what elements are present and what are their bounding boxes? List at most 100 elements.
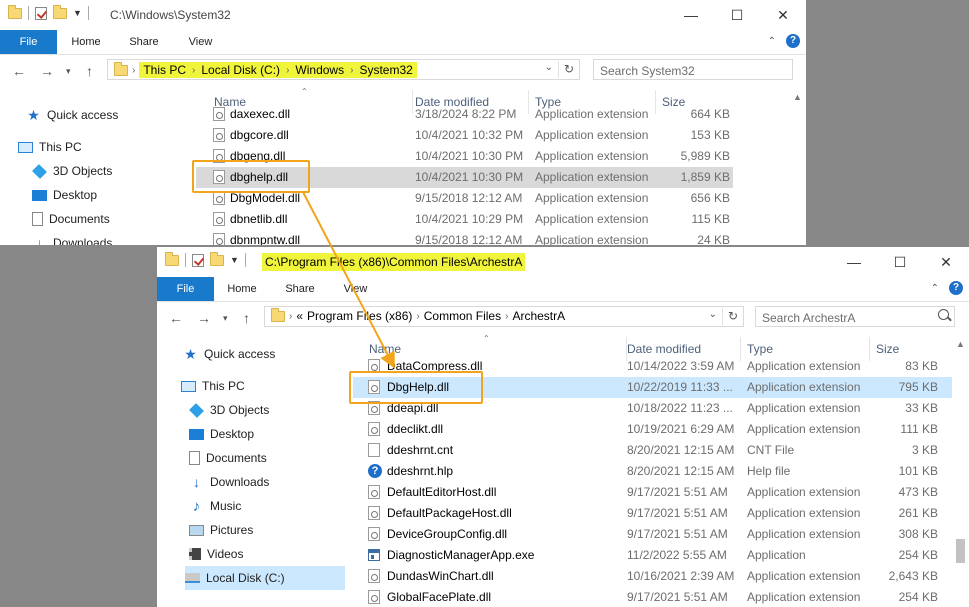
address-dropdown-icon[interactable]: ⌄ [545, 62, 553, 73]
file-date-modified: 9/17/2021 5:51 AM [627, 506, 728, 520]
nav-item-local-disk-c[interactable]: Local Disk (C:) [185, 566, 345, 590]
breadcrumb-system32[interactable]: System32 [359, 63, 412, 77]
refresh-button[interactable]: ↻ [558, 61, 579, 78]
breadcrumb-common-files[interactable]: Common Files [424, 309, 501, 323]
forward-button[interactable]: → [197, 310, 211, 326]
close-button[interactable]: ✕ [923, 247, 969, 277]
scroll-up-icon[interactable]: ▲ [789, 92, 806, 102]
tab-file[interactable]: File [0, 30, 57, 54]
back-button[interactable]: ← [169, 310, 183, 326]
nav-item-documents[interactable]: Documents [32, 207, 172, 231]
recent-locations-icon[interactable]: ▾ [223, 313, 228, 324]
new-folder-icon[interactable] [210, 251, 224, 266]
chevron-right-icon[interactable]: › [505, 311, 508, 322]
nav-item-downloads[interactable]: ↓ Downloads [189, 470, 329, 494]
tab-view[interactable]: View [173, 30, 228, 54]
file-row[interactable]: DiagnosticManagerApp.exe 11/2/2022 5:55 A… [353, 545, 952, 566]
file-row[interactable]: DeviceGroupConfig.dll 9/17/2021 5:51 AM Ap… [353, 524, 952, 545]
nav-item-3d-objects[interactable]: 3D Objects [189, 398, 329, 422]
search-box[interactable] [755, 306, 955, 327]
nav-item-this-pc[interactable]: This PC [18, 135, 168, 159]
breadcrumb-archestra[interactable]: ArchestrA [512, 309, 565, 323]
overflow-crumb[interactable]: « [296, 309, 303, 323]
breadcrumb-this-pc[interactable]: This PC [143, 63, 186, 77]
maximize-button[interactable]: ☐ [714, 0, 760, 30]
3d-objects-icon [32, 163, 47, 179]
tab-share[interactable]: Share [115, 30, 173, 54]
back-button[interactable]: ← [12, 63, 26, 79]
file-row[interactable]: ddeclikt.dll 10/19/2021 6:29 AM Applicatio… [353, 419, 952, 440]
scrollbar-thumb[interactable] [956, 539, 965, 563]
scroll-up-icon[interactable]: ▲ [952, 339, 969, 349]
nav-item-documents[interactable]: Documents [189, 446, 329, 470]
nav-item-desktop[interactable]: Desktop [32, 183, 172, 207]
recent-locations-icon[interactable]: ▾ [66, 66, 71, 77]
file-row[interactable]: DefaultEditorHost.dll 9/17/2021 5:51 AM Ap… [353, 482, 952, 503]
file-size: 473 KB [898, 485, 938, 499]
collapse-ribbon-icon[interactable]: ⌃ [931, 283, 939, 294]
chevron-right-icon[interactable]: › [350, 65, 353, 76]
address-dropdown-icon[interactable]: ⌄ [709, 309, 717, 320]
customize-dropdown-icon[interactable]: ▼ [73, 8, 82, 18]
nav-item-quick-access[interactable]: ★ Quick access [183, 342, 333, 366]
chevron-right-icon[interactable]: › [416, 311, 419, 322]
window-controls: — ☐ ✕ [831, 247, 969, 277]
forward-button[interactable]: → [40, 63, 54, 79]
nav-item-downloads[interactable]: ↓ Downloads [32, 231, 172, 246]
refresh-button[interactable]: ↻ [722, 308, 743, 325]
file-row[interactable]: ? ddeshrnt.hlp 8/20/2021 12:15 AM Help file… [353, 461, 952, 482]
help-icon[interactable]: ? [786, 34, 800, 48]
file-name: DefaultPackageHost.dll [387, 506, 512, 520]
search-input[interactable] [760, 308, 934, 327]
vertical-scrollbar[interactable]: ▲ [789, 90, 806, 245]
nav-item-3d-objects[interactable]: 3D Objects [32, 159, 172, 183]
tab-view[interactable]: View [328, 277, 383, 301]
tab-share[interactable]: Share [272, 277, 328, 301]
help-icon[interactable]: ? [949, 281, 963, 295]
nav-item-label: Downloads [210, 475, 270, 489]
chevron-right-icon[interactable]: › [192, 65, 195, 76]
tab-home[interactable]: Home [57, 30, 115, 54]
nav-item-quick-access[interactable]: ★ Quick access [26, 103, 176, 127]
up-button[interactable]: ↑ [86, 63, 93, 79]
file-row[interactable]: DundasWinChart.dll 10/16/2021 2:39 AM Appl… [353, 566, 952, 587]
collapse-ribbon-icon[interactable]: ⌃ [768, 36, 776, 47]
customize-dropdown-icon[interactable]: ▼ [230, 255, 239, 265]
nav-item-label: Downloads [53, 236, 113, 245]
nav-item-pictures[interactable]: Pictures [189, 518, 329, 542]
breadcrumb-local-disk[interactable]: Local Disk (C:) [201, 63, 280, 77]
nav-item-music[interactable]: ♪ Music [189, 494, 329, 518]
maximize-button[interactable]: ☐ [877, 247, 923, 277]
breadcrumb-program-files[interactable]: Program Files (x86) [307, 309, 412, 323]
minimize-button[interactable]: — [668, 0, 714, 30]
minimize-button[interactable]: — [831, 247, 877, 277]
file-row[interactable]: dbnetlib.dll 10/4/2021 10:29 PM Applicatio… [196, 209, 733, 230]
search-input[interactable] [598, 61, 772, 80]
nav-item-label: Documents [206, 451, 267, 465]
search-box[interactable] [593, 59, 793, 80]
tab-file[interactable]: File [157, 277, 214, 301]
nav-item-videos[interactable]: Videos [189, 542, 329, 566]
breadcrumb-windows[interactable]: Windows [295, 63, 344, 77]
properties-icon[interactable] [35, 6, 47, 20]
properties-icon[interactable] [192, 253, 204, 267]
file-row[interactable]: GlobalFacePlate.dll 9/17/2021 5:51 AM Appl… [353, 587, 952, 607]
nav-item-label: Music [210, 499, 242, 513]
file-row[interactable]: dbgcore.dll 10/4/2021 10:32 PM Application… [196, 125, 733, 146]
chevron-right-icon[interactable]: › [286, 65, 289, 76]
address-bar[interactable]: › « Program Files (x86) › Common Files ›… [264, 306, 744, 327]
file-row[interactable]: DefaultPackageHost.dll 9/17/2021 5:51 AM A… [353, 503, 952, 524]
file-row[interactable]: daxexec.dll 3/18/2024 8:22 PM Application … [196, 104, 733, 125]
breadcrumb: This PC › Local Disk (C:) › Windows › Sy… [139, 62, 417, 78]
close-button[interactable]: ✕ [760, 0, 806, 30]
address-bar[interactable]: › This PC › Local Disk (C:) › Windows › … [107, 59, 580, 80]
vertical-scrollbar[interactable]: ▲ [952, 337, 969, 607]
file-size: 153 KB [690, 128, 730, 142]
file-row[interactable]: ddeshrnt.cnt 8/20/2021 12:15 AM CNT File 3 … [353, 440, 952, 461]
new-folder-icon[interactable] [53, 4, 67, 19]
nav-item-desktop[interactable]: Desktop [189, 422, 329, 446]
up-button[interactable]: ↑ [243, 310, 250, 326]
file-row[interactable]: dbnmpntw.dll 9/15/2018 12:12 AM Applicatio… [196, 230, 733, 245]
nav-item-this-pc[interactable]: This PC [181, 374, 331, 398]
tab-home[interactable]: Home [214, 277, 270, 301]
